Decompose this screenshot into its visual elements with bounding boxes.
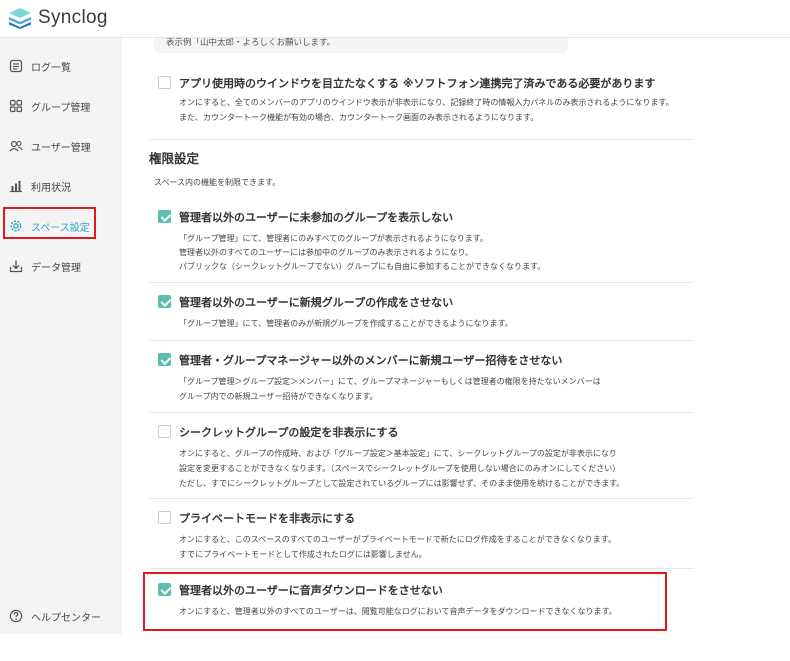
app-logo[interactable]: Synclog [8,7,108,29]
sidebar-item-user-management[interactable]: ユーザー管理 [0,132,122,160]
sidebar-item-label: 利用状況 [31,182,71,194]
sidebar-item-label: グループ管理 [31,102,91,114]
option-desc: オンにすると、グループの作成時、および「グループ設定＞基本設定」にて、シークレッ… [179,449,617,458]
option-desc: また、カウンタートーク機能が有効の場合、カウンタートーク画面のみ表示されるように… [179,113,539,122]
synclog-logo-icon [9,8,31,29]
permission-checkbox-secret-group[interactable] [158,425,171,438]
option-title: シークレットグループの設定を非表示にする [179,426,399,439]
sidebar-item-data-management[interactable]: データ管理 [0,252,122,280]
divider [149,412,694,413]
permission-checkbox-private-mode[interactable] [158,511,171,524]
permission-checkbox-audio-download[interactable] [158,583,171,596]
permission-checkbox-group-creation[interactable] [158,295,171,308]
option-desc: パブリックな（シークレットグループでない）グループにも自由に参加することができな… [179,262,546,271]
sidebar-item-label: ログ一覧 [31,62,71,74]
window-option-checkbox[interactable] [158,76,171,89]
option-title: 管理者以外のユーザーに音声ダウンロードをさせない [179,584,443,597]
divider [149,340,694,341]
option-desc: オンにすると、このスペースのすべてのユーザーがプライベートモードで新たにログ作成… [179,535,616,544]
option-desc: オンにすると、全てのメンバーのアプリのウインドウ表示が非表示になり、記録終了時の… [179,98,674,107]
sidebar-item-log-list[interactable]: ログ一覧 [0,52,122,80]
sidebar-item-label: ユーザー管理 [31,142,91,154]
app-header: Synclog [0,0,790,38]
download-tray-icon [9,260,23,273]
sidebar-item-help-center[interactable]: ヘルプセンター [0,602,122,630]
help-circle-icon [9,609,23,623]
option-title: 管理者・グループマネージャー以外のメンバーに新規ユーザー招待をさせない [179,354,563,367]
sidebar: ログ一覧 グループ管理 ユーザー管理 利用状況 スペース設定 データ管理 ヘルプ… [0,38,122,634]
option-desc: ただし、すでにシークレットグループとして設定されているグループには影響せず、その… [179,479,625,488]
section-desc: スペース内の機能を制限できます。 [154,178,281,187]
display-example-text: 表示例「山中太郎・よろしくお願いします。 [166,38,336,48]
option-desc: すでにプライベートモードとして作成されたログには影響しません。 [179,550,427,559]
option-desc: 管理者以外のすべてのユーザーには参加中のグループのみ表示されるようになり、 [179,248,474,257]
sidebar-item-label: データ管理 [31,262,81,274]
option-desc: オンにすると、管理者以外のすべてのユーザーは、閲覧可能なログにおいて音声データを… [179,607,617,616]
sidebar-item-space-settings[interactable]: スペース設定 [0,212,122,240]
divider [149,498,694,499]
bar-chart-icon [10,181,22,193]
gear-icon [10,220,22,232]
display-example-box: 表示例「山中太郎・よろしくお願いします。 [154,38,568,53]
divider [149,139,694,140]
option-desc: 「グループ管理＞グループ設定＞メンバー」にて、グループマネージャーもしくは管理者… [179,377,601,386]
permission-checkbox-hide-groups[interactable] [158,210,171,223]
sidebar-item-usage-status[interactable]: 利用状況 [0,172,122,200]
sidebar-item-label: ヘルプセンター [31,612,101,624]
option-title: 管理者以外のユーザーに新規グループの作成をさせない [179,296,454,309]
divider [149,282,694,283]
option-desc: 「グループ管理」にて、管理者のみが新規グループを作成することができるようになりま… [179,319,513,328]
permission-checkbox-user-invite[interactable] [158,353,171,366]
settings-panel: 表示例「山中太郎・よろしくお願いします。 アプリ使用時のウインドウを目立たなくす… [122,38,790,661]
divider [149,568,694,569]
app-name: Synclog [38,7,108,28]
users-icon [9,140,23,152]
option-desc: 設定を変更することができなくなります。（スペースでシークレットグループを使用しな… [179,464,621,473]
sidebar-item-label: スペース設定 [31,222,90,234]
option-desc: グループ内での新規ユーザー招待ができなくなります。 [179,392,378,401]
option-title: アプリ使用時のウインドウを目立たなくする ※ソフトフォン連携完了済みである必要が… [179,77,656,90]
log-list-icon [9,59,23,73]
sidebar-item-group-management[interactable]: グループ管理 [0,92,122,120]
option-title: プライベートモードを非表示にする [179,512,356,525]
option-desc: 「グループ管理」にて、管理者にのみすべてのグループが表示されるようになります。 [179,234,488,243]
section-title: 権限設定 [149,151,200,166]
option-title: 管理者以外のユーザーに未参加のグループを表示しない [179,211,454,224]
group-icon [9,99,23,113]
